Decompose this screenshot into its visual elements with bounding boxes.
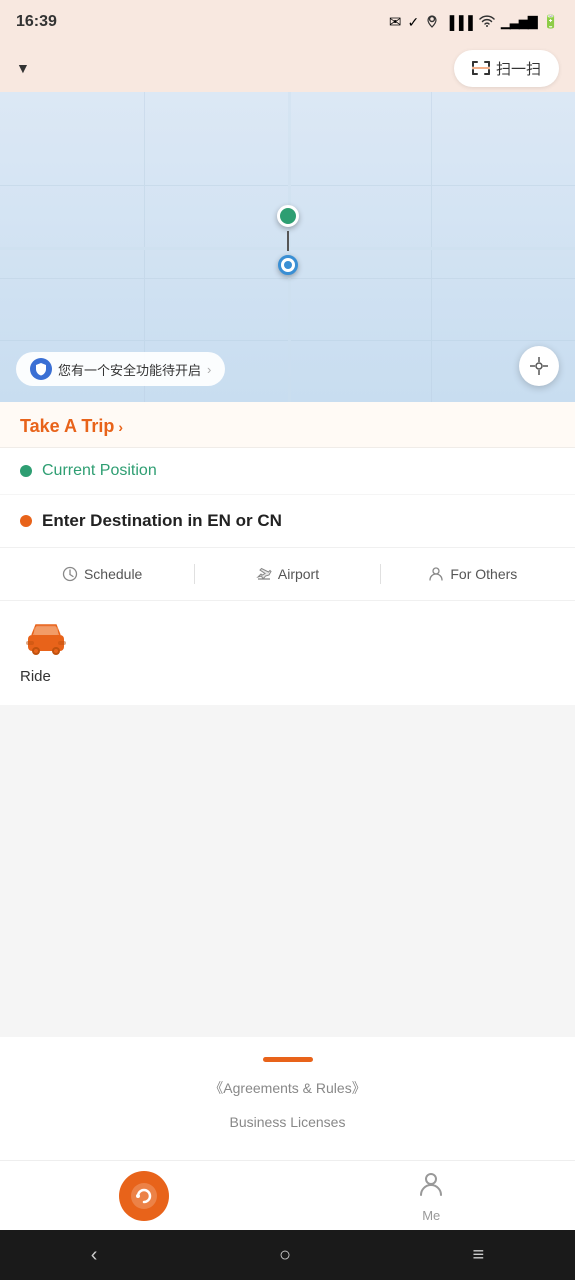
clock-icon xyxy=(62,566,78,582)
signal-bars-icon: ▐▐▐ xyxy=(445,15,473,30)
recents-button[interactable]: ≡ xyxy=(453,1236,505,1275)
status-time: 16:39 xyxy=(16,13,57,31)
network-icon: ▁▃▅▇ xyxy=(501,14,537,30)
dropdown-arrow-icon[interactable]: ▼ xyxy=(16,60,30,76)
for-others-button[interactable]: For Others xyxy=(381,560,565,588)
status-bar: 16:39 ✉ ✓ ▐▐▐ ▁▃▅▇ 🔋 xyxy=(0,0,575,44)
scan-button[interactable]: 扫一扫 xyxy=(454,50,559,87)
crosshair-icon xyxy=(529,356,549,376)
status-icons: ✉ ✓ ▐▐▐ ▁▃▅▇ 🔋 xyxy=(389,13,559,31)
schedule-button[interactable]: Schedule xyxy=(10,560,194,588)
content-spacer xyxy=(0,705,575,1037)
destination-dot xyxy=(20,515,32,527)
origin-pin xyxy=(277,205,299,227)
licenses-text[interactable]: Business Licenses xyxy=(230,1114,346,1130)
safety-icon xyxy=(30,358,52,380)
safety-text: 您有一个安全功能待开启 xyxy=(58,360,201,379)
email-icon: ✉ xyxy=(389,13,402,31)
scan-label: 扫一扫 xyxy=(496,58,541,79)
origin-dot xyxy=(20,465,32,477)
legal-area: 《Agreements & Rules》 Business Licenses xyxy=(0,1037,575,1160)
page-content: 您有一个安全功能待开启 › Take A Trip › Curren xyxy=(0,92,575,1280)
destination-input: Enter Destination in EN or CN xyxy=(42,511,282,531)
orange-divider xyxy=(263,1057,313,1062)
schedule-label: Schedule xyxy=(84,566,142,582)
safety-banner[interactable]: 您有一个安全功能待开启 › xyxy=(16,352,225,386)
back-button[interactable]: ‹ xyxy=(71,1236,118,1275)
check-icon: ✓ xyxy=(407,14,419,31)
me-person-icon xyxy=(417,1169,445,1204)
airport-icon xyxy=(256,566,272,582)
wifi-icon xyxy=(479,14,495,30)
trip-header[interactable]: Take A Trip › xyxy=(0,402,575,448)
scan-icon xyxy=(472,61,490,75)
trip-title-text: Take A Trip xyxy=(20,416,114,437)
ride-label: Ride xyxy=(20,668,555,685)
android-nav-bar: ‹ ○ ≡ xyxy=(0,1230,575,1280)
top-bar: ▼ 扫一扫 xyxy=(0,44,575,92)
map-area: 您有一个安全功能待开启 › xyxy=(0,92,575,402)
destination-row[interactable]: Enter Destination in EN or CN xyxy=(0,495,575,548)
for-others-label: For Others xyxy=(450,566,517,582)
home-tab[interactable] xyxy=(0,1161,288,1230)
location-button[interactable] xyxy=(519,346,559,386)
person-icon xyxy=(428,566,444,582)
ride-car-icon xyxy=(20,621,555,662)
destination-pin xyxy=(278,255,298,275)
location-icon xyxy=(425,14,439,31)
route-line xyxy=(287,231,289,251)
safety-arrow-icon: › xyxy=(207,362,211,377)
current-position-row[interactable]: Current Position xyxy=(0,448,575,495)
didi-logo xyxy=(119,1171,169,1221)
main-card: Take A Trip › Current Position Enter Des… xyxy=(0,402,575,705)
airport-button[interactable]: Airport xyxy=(195,560,379,588)
ride-section[interactable]: Ride xyxy=(0,601,575,705)
trip-arrow-icon: › xyxy=(118,419,123,435)
agreements-text[interactable]: 《Agreements & Rules》 xyxy=(209,1078,365,1098)
battery-icon: 🔋 xyxy=(543,14,559,30)
route-pins xyxy=(277,205,299,275)
quick-actions: Schedule Airport For Others xyxy=(0,548,575,601)
me-label: Me xyxy=(422,1208,440,1223)
me-tab[interactable]: Me xyxy=(288,1161,575,1230)
bottom-nav: Me xyxy=(0,1160,575,1230)
airport-label: Airport xyxy=(278,566,319,582)
current-position-text: Current Position xyxy=(42,462,157,480)
home-button[interactable]: ○ xyxy=(259,1236,311,1275)
